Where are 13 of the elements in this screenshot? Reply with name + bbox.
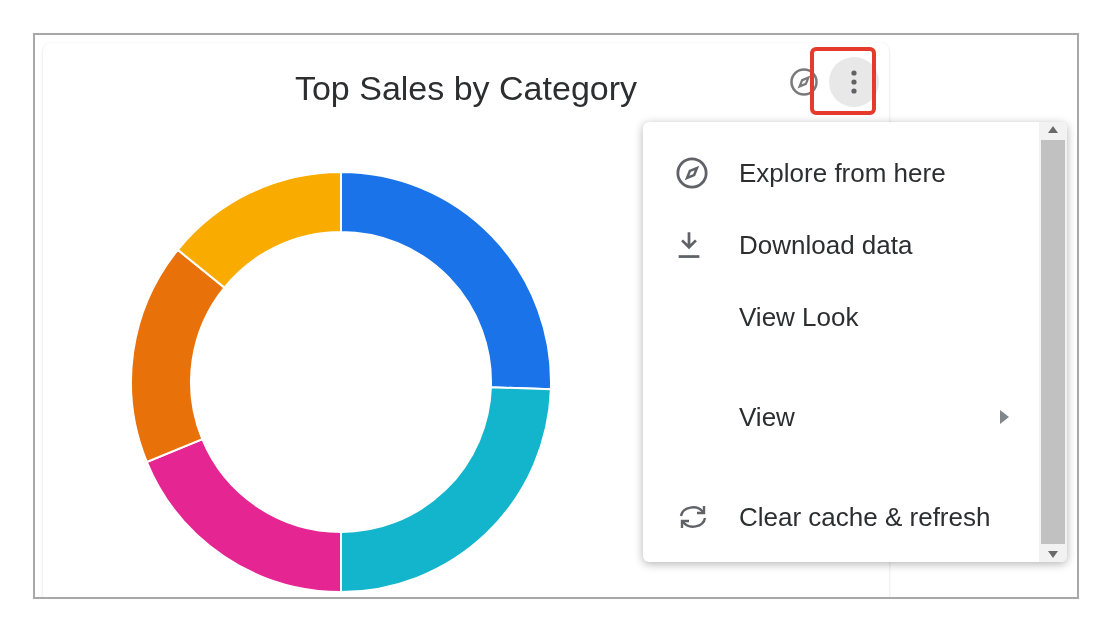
menu-item[interactable]: View <box>643 381 1039 453</box>
menu-item[interactable]: Explore from here <box>643 137 1039 209</box>
more-options-button[interactable] <box>829 57 879 107</box>
scrollbar[interactable] <box>1039 122 1067 562</box>
menu-item[interactable]: Clear cache & refresh <box>643 481 1039 553</box>
kebab-icon <box>850 69 858 95</box>
menu-item[interactable]: View Look <box>643 281 1039 353</box>
highlight-frame <box>810 47 876 115</box>
menu-item[interactable]: Download data <box>643 209 1039 281</box>
compass-icon <box>789 67 819 97</box>
caret-icon <box>1000 410 1009 424</box>
compass-icon <box>675 156 709 190</box>
card-title: Top Sales by Category <box>294 69 638 108</box>
